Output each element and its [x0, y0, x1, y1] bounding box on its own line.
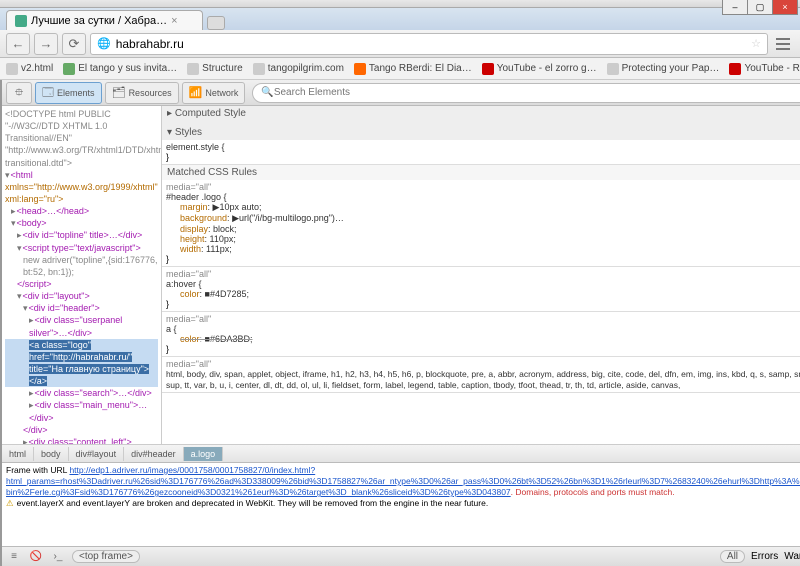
blogger-icon — [354, 63, 366, 75]
crumb[interactable]: div#header — [124, 447, 184, 461]
search-icon: 🔍 — [261, 87, 273, 98]
dom-node[interactable]: ▸<div class="userpanel silver">…</div> — [5, 314, 158, 338]
devtools-toolbar: ⯐ 🗔 Elements 🗂 Resources 📶 Network 🔍 × — [2, 80, 800, 106]
bookmark-item[interactable]: Protecting your Pap… — [607, 63, 720, 75]
clear-console-icon[interactable]: 🚫 — [28, 551, 44, 562]
styles-header[interactable]: ▾ Styles ⊞ ☼ ⚙ — [162, 125, 800, 140]
console[interactable]: Frame with URL http://edp1.adriver.ru/im… — [2, 462, 800, 546]
favicon-icon — [15, 15, 27, 27]
window-close[interactable]: × — [772, 0, 798, 15]
tab-close-icon[interactable]: × — [171, 15, 177, 27]
devtools-search[interactable]: 🔍 — [252, 83, 800, 103]
dom-node[interactable]: ▸<div class="main_menu">…</div> — [5, 399, 158, 423]
bookmark-item[interactable]: YouTube - el zorro g… — [482, 63, 597, 75]
dom-node[interactable]: ▸<head>…</head> — [5, 205, 158, 217]
url-input[interactable] — [116, 37, 746, 51]
page-icon — [187, 63, 199, 75]
crumb-active[interactable]: a.logo — [184, 447, 224, 461]
devtools-search-input[interactable] — [274, 87, 800, 98]
dom-node[interactable]: ▸<div class="content_left">…</div> — [5, 436, 158, 444]
bookmark-item[interactable]: tangopilgrim.com — [253, 63, 344, 75]
panel-network[interactable]: 📶 Network — [182, 82, 246, 104]
youtube-icon — [482, 63, 494, 75]
filter-errors[interactable]: Errors — [751, 551, 778, 562]
style-rule[interactable]: http://habrahabr.ru/all.css:192 media="a… — [162, 180, 800, 267]
dom-tree[interactable]: <!DOCTYPE html PUBLIC "-//W3C//DTD XHTML… — [2, 106, 162, 444]
nav-back[interactable]: ← — [6, 33, 30, 55]
dom-node: new adriver("topline",{sid:176776, bt:52… — [5, 254, 158, 278]
panel-elements[interactable]: 🗔 Elements — [35, 82, 102, 104]
bookmark-star-icon[interactable]: ☆ — [751, 37, 761, 50]
warning-icon: ⚠ — [6, 498, 14, 508]
style-rule[interactable]: element.style { } — [162, 140, 800, 165]
style-rule[interactable]: http://habrahabr.ru/all.css:78 media="al… — [162, 312, 800, 357]
computed-style-header[interactable]: ▸ Computed Style Show inherited — [162, 106, 800, 125]
console-prompt-icon[interactable]: ›_ — [50, 551, 66, 562]
frame-selector[interactable]: <top frame> — [72, 550, 140, 563]
page-icon — [607, 63, 619, 75]
panel-resources[interactable]: 🗂 Resources — [105, 82, 179, 104]
nav-forward[interactable]: → — [34, 33, 58, 55]
dom-node[interactable]: ▸<div id="topline" title>…</div> — [5, 229, 158, 241]
dom-node-selected[interactable]: <a class="logo" href="http://habrahabr.r… — [5, 339, 158, 388]
bookmark-item[interactable]: v2.html — [6, 63, 53, 75]
browser-tabbar: Лучшие за сутки / Хабра… × — [0, 8, 800, 30]
network-icon: 📶 — [189, 87, 203, 99]
filter-all[interactable]: All — [720, 550, 745, 563]
bookmark-item[interactable]: Tango RBerdi: El Dia… — [354, 63, 472, 75]
bookmark-item[interactable]: El tango y sus invita… — [63, 63, 177, 75]
styles-pane: ▸ Computed Style Show inherited ▾ Styles… — [162, 106, 800, 444]
crumb[interactable]: html — [2, 447, 34, 461]
bookmark-item[interactable]: Structure — [187, 63, 243, 75]
dom-node[interactable]: ▾<body> — [5, 217, 158, 229]
new-tab-button[interactable] — [207, 16, 225, 30]
bookmark-item[interactable]: YouTube - Roberto … — [729, 63, 800, 75]
dom-breadcrumbs: html body div#layout div#header a.logo — [2, 444, 800, 462]
devtools: ⯐ 🗔 Elements 🗂 Resources 📶 Network 🔍 × <… — [2, 80, 800, 566]
page-icon — [253, 63, 265, 75]
omnibox[interactable]: 🌐 ☆ — [90, 33, 768, 55]
address-bar: ← → ⟳ 🌐 ☆ — [0, 30, 800, 58]
crumb[interactable]: div#layout — [69, 447, 125, 461]
nav-reload[interactable]: ⟳ — [62, 33, 86, 55]
dom-node[interactable]: ▸<div class="search">…</div> — [5, 387, 158, 399]
filter-warnings[interactable]: Warnings — [784, 551, 800, 562]
browser-menu-icon[interactable] — [772, 33, 794, 55]
style-rule[interactable]: http://habrahabr.ru/all.css:79 media="al… — [162, 267, 800, 312]
page-icon — [63, 63, 75, 75]
dom-node: </div> — [5, 424, 158, 436]
tab-title: Лучшие за сутки / Хабра… — [31, 15, 167, 27]
browser-tab[interactable]: Лучшие за сутки / Хабра… × — [6, 10, 203, 30]
window-maximize[interactable]: ▢ — [747, 0, 773, 15]
window-minimize[interactable]: – — [722, 0, 748, 15]
resources-icon: 🗂 — [112, 87, 126, 99]
youtube-icon — [729, 63, 741, 75]
console-warning: ⚠event.layerX and event.layerY are broke… — [6, 498, 800, 509]
window-titlebar: – ▢ × — [0, 0, 800, 8]
console-toggle-icon[interactable]: ≡ — [6, 551, 22, 562]
dom-node: </script> — [5, 278, 158, 290]
dom-node[interactable]: ▾<script type="text/javascript"> — [5, 242, 158, 254]
dom-node[interactable]: ▾<div id="header"> — [5, 302, 158, 314]
console-message: Frame with URL http://edp1.adriver.ru/im… — [6, 465, 800, 498]
inspect-button[interactable]: ⯐ — [6, 82, 32, 104]
globe-icon: 🌐 — [97, 37, 111, 50]
dom-node[interactable]: ▾<html xmlns="http://www.w3.org/1999/xht… — [5, 169, 158, 205]
style-rule[interactable]: all.css:16 media="all" html, body, div, … — [162, 357, 800, 393]
elements-icon: 🗔 — [42, 87, 54, 99]
matched-rules-header: Matched CSS Rules — [162, 165, 800, 180]
crumb[interactable]: body — [34, 447, 69, 461]
dom-node: <!DOCTYPE html PUBLIC "-//W3C//DTD XHTML… — [5, 108, 158, 169]
devtools-statusbar: ≡ 🚫 ›_ <top frame> All Errors Warnings L… — [2, 546, 800, 566]
bookmarks-bar: v2.html El tango y sus invita… Structure… — [0, 58, 800, 80]
dom-node[interactable]: ▾<div id="layout"> — [5, 290, 158, 302]
page-icon — [6, 63, 18, 75]
